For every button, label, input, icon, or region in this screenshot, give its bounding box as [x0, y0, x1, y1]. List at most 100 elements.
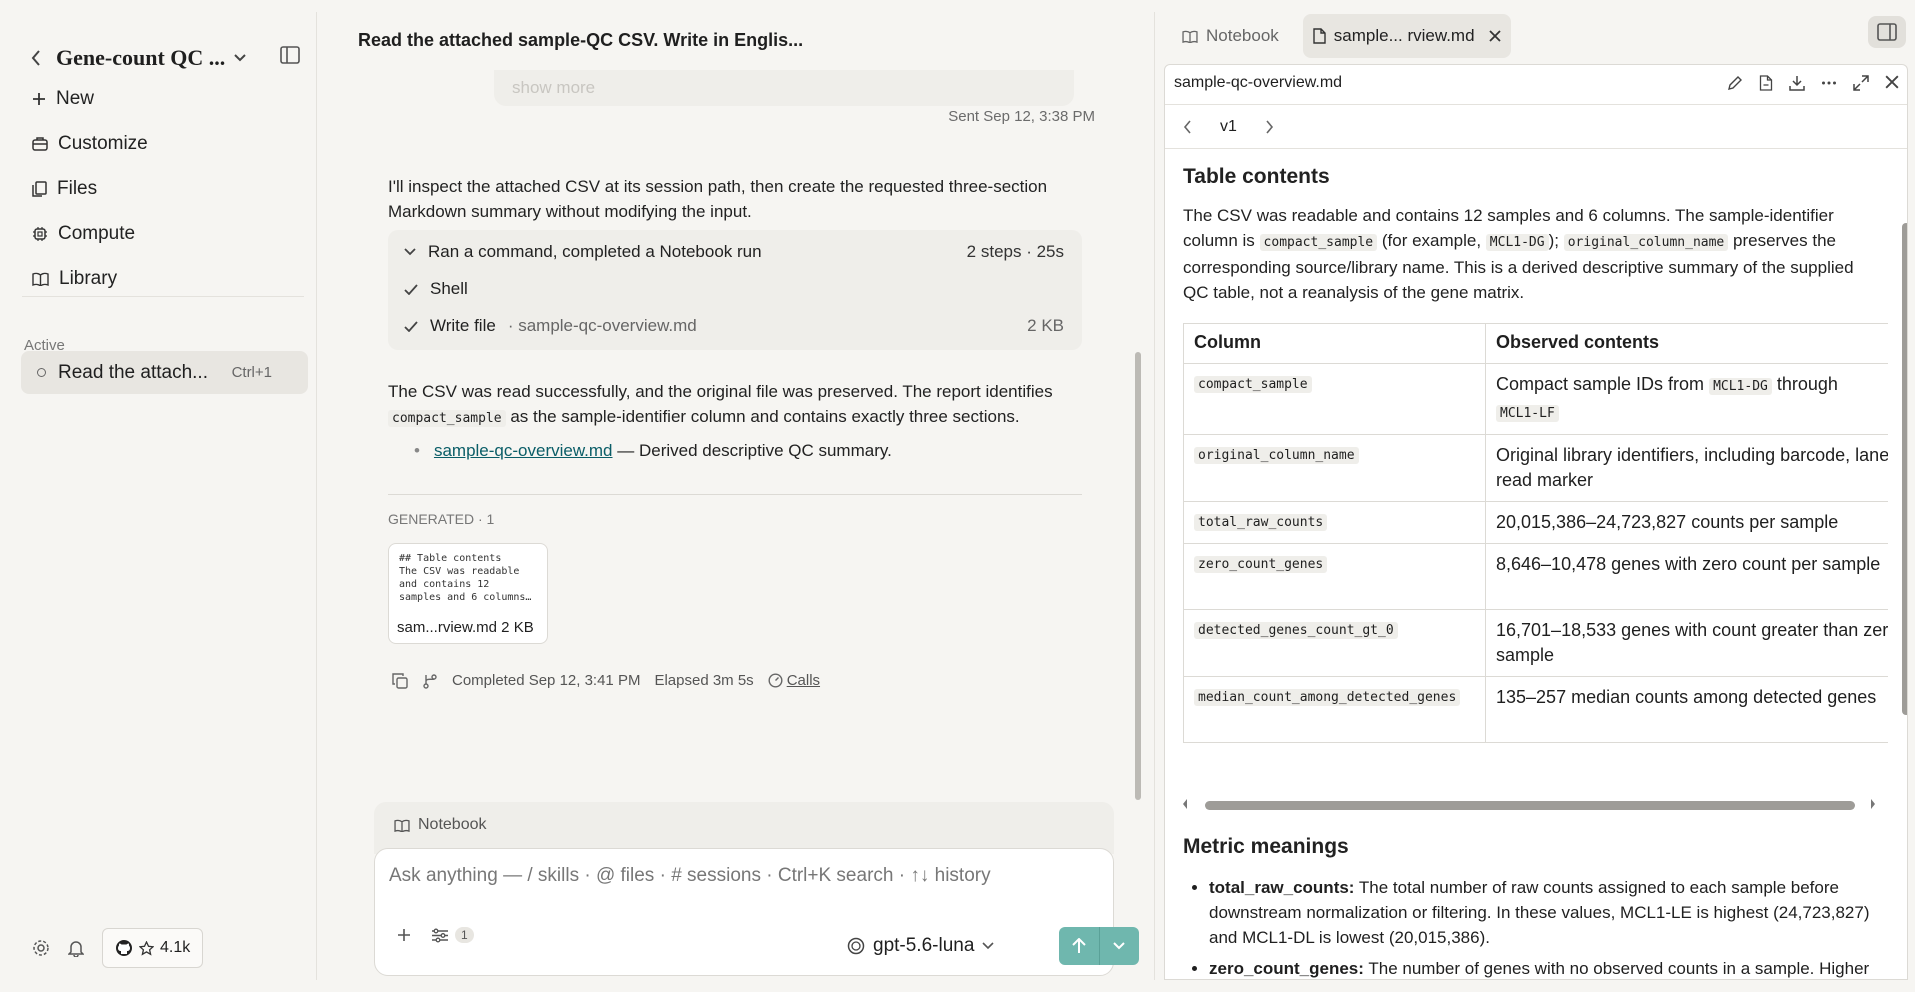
tab-label: Notebook	[1206, 26, 1279, 45]
briefcase-icon	[32, 136, 48, 151]
steps-meta: 2 steps · 25s	[966, 242, 1064, 261]
tab-file[interactable]: sample... rview.md	[1302, 14, 1511, 58]
step-item[interactable]: Write file · sample-qc-overview.md 2 KB	[404, 316, 1064, 336]
preview-line: The CSV was readable	[399, 566, 520, 577]
book-icon	[394, 819, 410, 832]
table-cell: total_raw_counts	[1183, 501, 1486, 544]
gauge-icon	[768, 673, 783, 688]
result-text: The CSV was read successfully, and the o…	[388, 382, 1053, 401]
table-row: total_raw_counts 20,015,386–24,723,827 c…	[1183, 501, 1888, 544]
close-icon[interactable]	[1885, 75, 1899, 91]
close-icon[interactable]	[1488, 30, 1501, 42]
sidebar-item-label: Library	[59, 267, 118, 289]
chat-column: Read the attached sample-QC CSV. Write i…	[330, 12, 1141, 980]
table-header: Observed contents	[1485, 323, 1888, 364]
scrollbar-thumb[interactable]	[1205, 801, 1855, 810]
table-row: original_column_name Original library id…	[1183, 434, 1888, 502]
chevron-down-icon	[1113, 942, 1125, 950]
composer-tab-label: Notebook	[418, 816, 487, 833]
document-panel: Notebook sample... rview.md sample-qc-ov…	[1156, 12, 1915, 980]
sliders-icon	[431, 928, 449, 943]
composer-notebook-tab[interactable]: Notebook	[374, 802, 1114, 854]
version-label: v1	[1220, 117, 1237, 135]
chevron-down-icon[interactable]	[233, 53, 247, 63]
sidebar-item-new[interactable]: New	[32, 76, 312, 121]
download-icon[interactable]	[1789, 75, 1805, 91]
generated-file-card[interactable]: ## Table contents The CSV was readable a…	[388, 543, 548, 644]
github-stars: 4.1k	[160, 939, 191, 956]
github-button[interactable]: 4.1k	[102, 928, 204, 968]
document-scrollbar[interactable]	[1902, 223, 1907, 715]
show-more-button[interactable]: show more	[494, 70, 1074, 106]
cell-text: Compact sample IDs from	[1496, 374, 1705, 394]
sidebar-item-label: New	[56, 87, 95, 109]
document-filename: sample-qc-overview.md	[1174, 74, 1343, 91]
table-cell: 135–257 median counts among detected gen…	[1485, 676, 1888, 743]
table-header-row: Column Observed contents	[1183, 323, 1888, 364]
sidebar-nav: New Customize Files Compute Library	[32, 76, 312, 301]
message-input[interactable]: Ask anything — / skills · @ files · # se…	[389, 865, 991, 887]
document-icon[interactable]	[1759, 75, 1773, 91]
branch-icon[interactable]	[422, 673, 438, 689]
show-more-label: show more	[512, 78, 596, 97]
inline-code: total_raw_counts	[1194, 514, 1328, 531]
tab-notebook[interactable]: Notebook	[1172, 14, 1289, 58]
step-item[interactable]: Shell	[404, 279, 468, 299]
steps-summary[interactable]: Ran a command, completed a Notebook run …	[404, 242, 1064, 262]
chevron-down-icon	[982, 942, 994, 950]
check-icon	[404, 320, 418, 332]
steps-summary-label: Ran a command, completed a Notebook run	[428, 242, 762, 261]
bullet-icon: •	[414, 441, 420, 460]
step-label: Write file	[430, 316, 496, 335]
chevron-left-icon[interactable]	[1183, 119, 1192, 134]
copy-icon[interactable]	[392, 672, 408, 689]
divider	[388, 494, 1082, 495]
table-cell: 16,701–18,533 genes with count greater t…	[1485, 609, 1888, 677]
bell-icon[interactable]	[68, 939, 84, 957]
panel-toggle-button[interactable]	[1868, 16, 1906, 48]
more-icon[interactable]	[1821, 75, 1837, 91]
assistant-intro: I'll inspect the attached CSV at its ses…	[388, 177, 1048, 221]
edit-icon[interactable]	[1727, 75, 1743, 91]
send-button[interactable]	[1059, 927, 1100, 965]
back-icon[interactable]	[30, 49, 42, 67]
inline-code: MCL1-DG	[1709, 378, 1772, 395]
model-selector[interactable]: gpt-5.6-luna	[847, 935, 994, 957]
gear-icon[interactable]	[32, 939, 50, 957]
sidebar-item-customize[interactable]: Customize	[32, 121, 312, 166]
table-horizontal-scrollbar[interactable]	[1183, 797, 1888, 811]
tools-button[interactable]: 1	[431, 927, 474, 943]
bullet-text: — Derived descriptive QC summary.	[617, 441, 892, 460]
steps-panel[interactable]: Ran a command, completed a Notebook run …	[388, 230, 1082, 350]
sidebar-item-compute[interactable]: Compute	[32, 211, 312, 256]
table-cell: 20,015,386–24,723,827 counts per sample	[1485, 501, 1888, 544]
sidebar-item-library[interactable]: Library	[32, 256, 312, 301]
divider	[1154, 12, 1155, 980]
session-item[interactable]: Read the attach... Ctrl+1	[21, 351, 308, 394]
inline-code: original_column_name	[1563, 234, 1729, 251]
workspace-title[interactable]: Gene-count QC ...	[56, 45, 225, 71]
calls-link[interactable]: Calls	[768, 672, 820, 689]
send-button-group	[1059, 927, 1139, 965]
send-options-button[interactable]	[1100, 927, 1140, 965]
preview-line: samples and 6 columns…	[399, 592, 532, 603]
chat-scrollbar[interactable]	[1135, 352, 1141, 800]
cell-text: through	[1776, 374, 1838, 394]
result-text: as the sample-identifier column and cont…	[510, 407, 1020, 426]
file-link[interactable]: sample-qc-overview.md	[434, 441, 613, 460]
chevron-right-icon[interactable]	[1265, 119, 1274, 134]
metric-term: total_raw_counts:	[1209, 878, 1355, 897]
plus-icon[interactable]	[397, 928, 411, 942]
document-header: sample-qc-overview.md	[1165, 65, 1907, 105]
expand-icon[interactable]	[1853, 75, 1869, 91]
sidebar-item-files[interactable]: Files	[32, 166, 312, 211]
sidebar-item-label: Compute	[58, 222, 136, 244]
columns-table: Column Observed contents compact_sample …	[1183, 323, 1888, 743]
inline-code: MCL1-DG	[1485, 234, 1549, 251]
sidebar-toggle-icon[interactable]	[280, 46, 300, 64]
status-dot-icon	[37, 368, 46, 377]
composer-tools: 1	[397, 927, 474, 943]
message-meta: Completed Sep 12, 3:41 PM Elapsed 3m 5s …	[392, 672, 820, 689]
metrics-list: total_raw_counts: The total number of ra…	[1209, 875, 1888, 979]
preview-line: and contains 12	[399, 579, 490, 590]
